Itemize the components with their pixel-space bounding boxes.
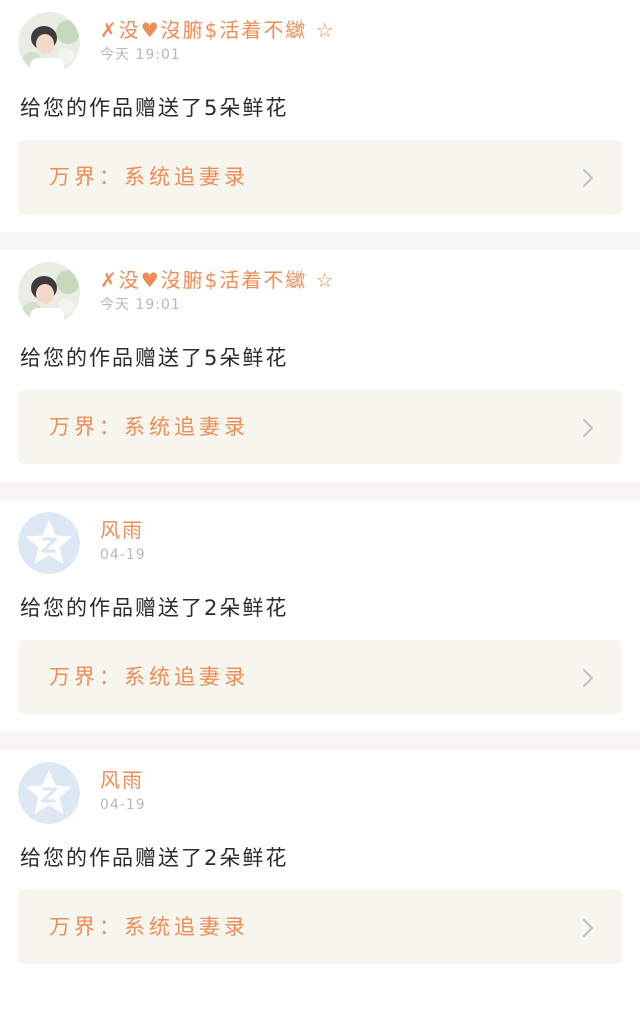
separator	[0, 482, 640, 500]
work-title: 万界：系统追妻录	[49, 915, 249, 939]
avatar[interactable]	[18, 12, 80, 74]
default-avatar-icon	[18, 512, 80, 574]
chevron-right-icon	[582, 918, 594, 938]
profile-photo-icon	[18, 12, 80, 74]
work-link[interactable]: 万界：系统追妻录	[18, 140, 622, 214]
notification-card: ✗没♥沒腑$活着不㱍 ☆ 今天 19:01 给您的作品赠送了5朵鲜花 万界：系统…	[0, 250, 640, 482]
username[interactable]: 风雨	[100, 516, 144, 544]
chevron-right-icon	[582, 168, 594, 188]
chevron-right-icon	[582, 668, 594, 688]
timestamp: 今天 19:01	[100, 297, 181, 313]
notification-message: 给您的作品赠送了2朵鲜花	[20, 846, 289, 870]
profile-photo-icon	[18, 262, 80, 324]
work-title: 万界：系统追妻录	[49, 165, 249, 189]
notification-message: 给您的作品赠送了5朵鲜花	[20, 346, 289, 370]
avatar[interactable]	[18, 762, 80, 824]
notification-feed: ✗没♥沒腑$活着不㱍 ☆ 今天 19:01 给您的作品赠送了5朵鲜花 万界：系统…	[0, 0, 640, 1021]
work-title: 万界：系统追妻录	[49, 415, 249, 439]
separator	[0, 232, 640, 250]
avatar[interactable]	[18, 512, 80, 574]
timestamp: 今天 19:01	[100, 47, 181, 63]
notification-message: 给您的作品赠送了2朵鲜花	[20, 596, 289, 620]
notification-card: 风雨 04-19 给您的作品赠送了2朵鲜花 万界：系统追妻录	[0, 500, 640, 732]
username[interactable]: 风雨	[100, 766, 144, 794]
avatar[interactable]	[18, 262, 80, 324]
timestamp: 04-19	[100, 797, 146, 813]
username[interactable]: ✗没♥沒腑$活着不㱍 ☆	[100, 266, 336, 294]
username[interactable]: ✗没♥沒腑$活着不㱍 ☆	[100, 16, 336, 44]
work-link[interactable]: 万界：系统追妻录	[18, 390, 622, 464]
default-avatar-icon	[18, 762, 80, 824]
separator	[0, 732, 640, 750]
work-title: 万界：系统追妻录	[49, 665, 249, 689]
notification-card: ✗没♥沒腑$活着不㱍 ☆ 今天 19:01 给您的作品赠送了5朵鲜花 万界：系统…	[0, 0, 640, 232]
work-link[interactable]: 万界：系统追妻录	[18, 640, 622, 714]
notification-message: 给您的作品赠送了5朵鲜花	[20, 96, 289, 120]
notification-card: 风雨 04-19 给您的作品赠送了2朵鲜花 万界：系统追妻录	[0, 750, 640, 982]
timestamp: 04-19	[100, 547, 146, 563]
work-link[interactable]: 万界：系统追妻录	[18, 890, 622, 964]
chevron-right-icon	[582, 418, 594, 438]
